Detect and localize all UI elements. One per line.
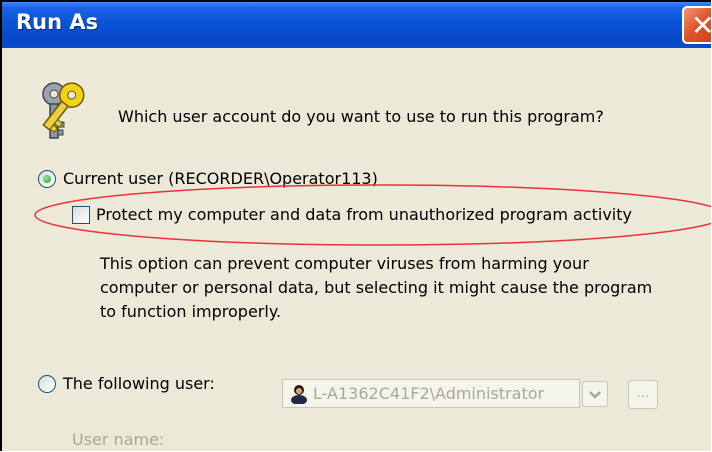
following-user-label[interactable]: The following user: bbox=[63, 374, 215, 393]
window-title: Run As bbox=[16, 10, 99, 34]
current-user-radio[interactable] bbox=[38, 170, 56, 188]
user-name-label: User name: bbox=[72, 430, 165, 449]
keys-icon bbox=[42, 82, 85, 139]
protect-label[interactable]: Protect my computer and data from unauth… bbox=[96, 205, 632, 224]
title-bar[interactable]: Run As ✕ bbox=[2, 2, 711, 48]
chevron-down-icon bbox=[589, 391, 601, 399]
prompt-text: Which user account do you want to use to… bbox=[118, 107, 604, 126]
run-as-dialog: Run As ✕ Which user account do you want … bbox=[0, 0, 711, 451]
radio-selected-dot bbox=[43, 175, 51, 183]
protect-checkbox[interactable] bbox=[72, 206, 90, 224]
user-name-combobox[interactable]: L-A1362C41F2\Administrator bbox=[282, 379, 580, 408]
following-user-radio[interactable] bbox=[38, 375, 56, 393]
browse-button[interactable]: ... bbox=[628, 380, 658, 409]
close-icon: ✕ bbox=[691, 9, 711, 42]
description-line-1: This option can prevent computer viruses… bbox=[100, 254, 589, 273]
user-name-value: L-A1362C41F2\Administrator bbox=[313, 384, 545, 403]
user-icon bbox=[291, 385, 307, 404]
current-user-label[interactable]: Current user (RECORDER\Operator113) bbox=[63, 169, 378, 188]
close-button[interactable]: ✕ bbox=[682, 6, 711, 44]
user-dropdown-button[interactable] bbox=[582, 381, 608, 407]
description-line-3: to function improperly. bbox=[100, 302, 282, 321]
description-line-2: computer or personal data, but selecting… bbox=[100, 278, 653, 297]
